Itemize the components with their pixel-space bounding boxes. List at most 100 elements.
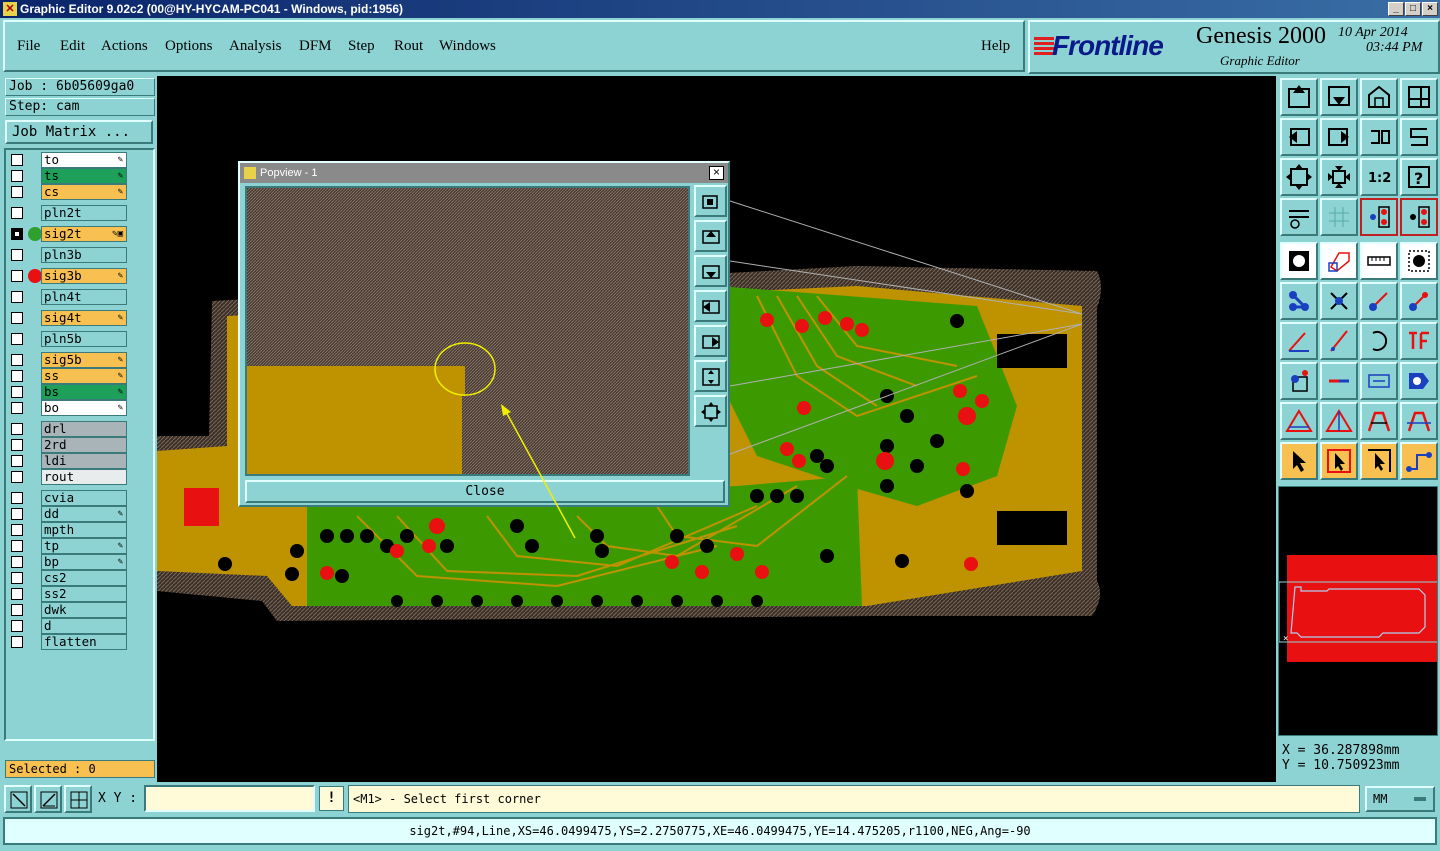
layer-checkbox[interactable]	[11, 402, 23, 414]
overview-map[interactable]: ×	[1278, 486, 1438, 736]
popview-zoom-home-button[interactable]	[694, 185, 727, 217]
layer-name[interactable]: mpth	[41, 522, 127, 538]
layer-checkbox[interactable]	[11, 540, 23, 552]
tool-redraw[interactable]	[1360, 118, 1398, 156]
popview-pan-left-button[interactable]	[694, 290, 727, 322]
layer-checkbox[interactable]	[11, 370, 23, 382]
tool-line-draw[interactable]	[1320, 322, 1358, 360]
layer-checkbox[interactable]	[11, 636, 23, 648]
menu-dfm[interactable]: DFM	[299, 38, 332, 55]
menu-step[interactable]: Step	[348, 38, 375, 55]
layer-row-2rd[interactable]: 2rd	[10, 437, 127, 453]
window-close-button[interactable]: ×	[1422, 2, 1438, 16]
menu-edit[interactable]: Edit	[60, 38, 85, 55]
layer-row-cs[interactable]: cs ✎	[10, 184, 127, 200]
tool-delete[interactable]	[1320, 282, 1358, 320]
layer-row-pln5b[interactable]: pln5b	[10, 331, 127, 347]
layer-row-to[interactable]: to ✎	[10, 152, 127, 168]
layer-display-indicator[interactable]	[28, 269, 42, 283]
layer-row-bo[interactable]: bo ✎	[10, 400, 127, 416]
tool-angle[interactable]	[1320, 402, 1358, 440]
tool-pointer-select[interactable]	[1360, 442, 1398, 480]
tool-settings[interactable]	[1280, 198, 1318, 236]
menu-file[interactable]: File	[17, 38, 40, 55]
layer-row-bs[interactable]: bs ✎	[10, 384, 127, 400]
tool-scale-1-2[interactable]: 1:2	[1360, 158, 1398, 196]
popview-zoom-in-button[interactable]	[694, 360, 727, 392]
tool-window-view[interactable]	[1400, 78, 1438, 116]
layer-checkbox[interactable]	[11, 524, 23, 536]
layer-name[interactable]: bo ✎	[41, 400, 127, 416]
tool-connect[interactable]	[1280, 282, 1318, 320]
layer-row-cvia[interactable]: cvia	[10, 490, 127, 506]
layer-checkbox[interactable]	[11, 291, 23, 303]
layer-checkbox[interactable]	[11, 207, 23, 219]
layer-name[interactable]: ts ✎	[41, 168, 127, 184]
layer-checkbox[interactable]	[11, 556, 23, 568]
tool-pan-left[interactable]	[1280, 118, 1318, 156]
layer-name[interactable]: pln5b	[41, 331, 127, 347]
snap-mode-icon[interactable]	[34, 785, 62, 813]
menu-options[interactable]: Options	[165, 38, 213, 55]
tool-arch-alt[interactable]	[1400, 402, 1438, 440]
layer-row-pln4t[interactable]: pln4t	[10, 289, 127, 305]
layer-name[interactable]: bs ✎	[41, 384, 127, 400]
tool-split[interactable]	[1320, 362, 1358, 400]
layer-name[interactable]: 2rd	[41, 437, 127, 453]
layer-checkbox[interactable]	[11, 439, 23, 451]
layer-row-sig3b[interactable]: sig3b ✎	[10, 268, 127, 284]
tool-pan-right[interactable]	[1320, 118, 1358, 156]
tool-copy[interactable]	[1400, 282, 1438, 320]
layer-row-ss2[interactable]: ss2	[10, 586, 127, 602]
tool-pointer-route[interactable]	[1400, 442, 1438, 480]
units-select[interactable]: MM	[1365, 786, 1435, 812]
tool-add-pad[interactable]	[1280, 362, 1318, 400]
layer-checkbox[interactable]	[11, 154, 23, 166]
cursor-mode-icon[interactable]	[4, 785, 32, 813]
layer-name[interactable]: sig5b ✎	[41, 352, 127, 368]
menu-rout[interactable]: Rout	[394, 38, 423, 55]
layer-checkbox[interactable]	[11, 270, 23, 282]
tool-zoom-in[interactable]	[1280, 158, 1318, 196]
tool-query[interactable]: ?	[1400, 158, 1438, 196]
layer-row-flatten[interactable]: flatten	[10, 634, 127, 650]
layer-row-dwk[interactable]: dwk	[10, 602, 127, 618]
layer-row-mpth[interactable]: mpth	[10, 522, 127, 538]
menu-help[interactable]: Help	[981, 38, 1010, 55]
layer-name[interactable]: sig4t ✎	[41, 310, 127, 326]
tool-shape[interactable]	[1320, 242, 1358, 280]
layer-name[interactable]: sig2t ✎▣	[41, 226, 127, 242]
popview-pan-right-button[interactable]	[694, 325, 727, 357]
tool-zoom-down[interactable]	[1320, 78, 1358, 116]
layer-row-ss[interactable]: ss ✎	[10, 368, 127, 384]
layer-row-sig5b[interactable]: sig5b ✎	[10, 352, 127, 368]
layer-row-ts[interactable]: ts ✎	[10, 168, 127, 184]
tool-home-view[interactable]	[1360, 78, 1398, 116]
menu-analysis[interactable]: Analysis	[229, 38, 282, 55]
layer-row-tp[interactable]: tp ✎	[10, 538, 127, 554]
layer-row-sig4t[interactable]: sig4t ✎	[10, 310, 127, 326]
layer-name[interactable]: pln2t	[41, 205, 127, 221]
layer-name[interactable]: ss ✎	[41, 368, 127, 384]
layer-name[interactable]: cs ✎	[41, 184, 127, 200]
menu-actions[interactable]: Actions	[101, 38, 148, 55]
popview-zoom-out-button[interactable]	[694, 395, 727, 427]
minimize-button[interactable]: _	[1388, 2, 1404, 16]
layer-row-pln3b[interactable]: pln3b	[10, 247, 127, 263]
layer-row-ldi[interactable]: ldi	[10, 453, 127, 469]
grid-snap-icon[interactable]	[64, 785, 92, 813]
layer-row-dd[interactable]: dd ✎	[10, 506, 127, 522]
layer-checkbox[interactable]	[11, 604, 23, 616]
layer-checkbox[interactable]	[11, 333, 23, 345]
layer-name[interactable]: bp ✎	[41, 554, 127, 570]
layer-checkbox[interactable]	[11, 186, 23, 198]
tool-line[interactable]	[1280, 322, 1318, 360]
layer-row-pln2t[interactable]: pln2t	[10, 205, 127, 221]
layer-checkbox[interactable]	[11, 170, 23, 182]
layer-name[interactable]: ss2	[41, 586, 127, 602]
layer-name[interactable]: to ✎	[41, 152, 127, 168]
layer-row-bp[interactable]: bp ✎	[10, 554, 127, 570]
layer-checkbox[interactable]	[11, 386, 23, 398]
layer-name[interactable]: rout	[41, 469, 127, 485]
tool-zoom-home[interactable]	[1280, 78, 1318, 116]
